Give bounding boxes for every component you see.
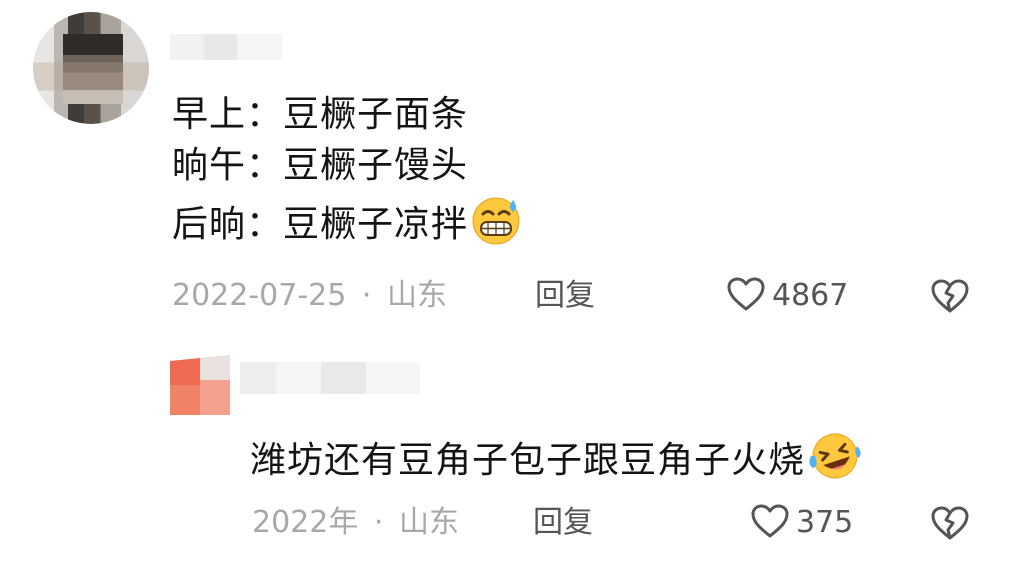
heart-icon xyxy=(726,276,766,316)
comment-line: 晌午：豆橛子馒头 xyxy=(172,145,469,186)
heart-icon xyxy=(750,503,790,543)
username-redacted[interactable] xyxy=(170,34,282,60)
broken-heart-icon xyxy=(930,278,970,318)
avatar[interactable] xyxy=(33,12,149,124)
comment-body: 早上：豆橛子面条 晌午：豆橛子馒头 后晌：豆橛子凉拌 xyxy=(172,92,522,248)
reply-like-count: 375 xyxy=(796,505,854,540)
broken-heart-icon xyxy=(930,505,970,545)
comment-meta: 2022-07-25 · 山东 xyxy=(172,278,447,313)
reply-dislike-button[interactable] xyxy=(930,505,970,545)
reply-reply-button[interactable]: 回复 xyxy=(533,503,593,543)
reply-body: 潍坊还有豆角子包子跟豆角子火烧 xyxy=(250,430,861,484)
comment-line: 后晌：豆橛子凉拌 xyxy=(172,194,522,248)
like-button[interactable]: 4867 xyxy=(726,276,848,316)
comment-line: 早上：豆橛子面条 xyxy=(172,94,469,135)
like-count: 4867 xyxy=(772,278,849,313)
laughing-tears-emoji xyxy=(807,430,861,482)
reply-date: 2022年 xyxy=(252,505,359,540)
reply-like-button[interactable]: 375 xyxy=(750,503,853,543)
comment-date: 2022-07-25 xyxy=(172,278,347,313)
reply-location: 山东 xyxy=(399,505,459,540)
reply-meta: 2022年 · 山东 xyxy=(252,505,459,540)
dislike-button[interactable] xyxy=(930,278,970,318)
reply-username-redacted[interactable] xyxy=(240,362,420,394)
grinning-sweat-emoji xyxy=(470,194,522,246)
reply-button[interactable]: 回复 xyxy=(535,276,595,316)
comment-location: 山东 xyxy=(387,278,447,313)
reply-avatar[interactable] xyxy=(170,355,230,415)
